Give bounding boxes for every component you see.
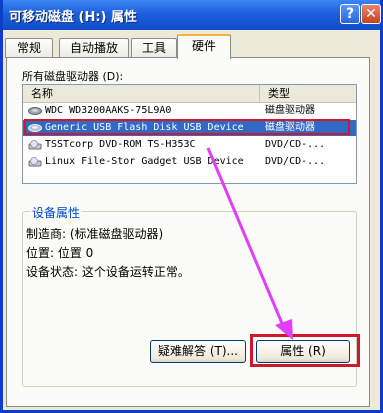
window-title: 可移动磁盘 (H:) 属性 <box>9 10 138 25</box>
device-type: DVD/CD-... <box>265 139 326 150</box>
close-button[interactable]: ✕ <box>361 4 381 24</box>
tab-tools[interactable]: 工具 <box>131 38 177 58</box>
manufacturer-text: 制造商: (标准磁盘驱动器) <box>26 227 164 241</box>
hard-disk-icon <box>28 107 42 115</box>
tab-autoplay[interactable]: 自动播放 <box>59 38 129 58</box>
column-header-type[interactable]: 类型 <box>260 85 356 102</box>
troubleshoot-button[interactable]: 疑难解答 (T)... <box>150 340 246 363</box>
tab-general[interactable]: 常规 <box>5 38 53 58</box>
dvd-drive-icon <box>28 140 42 150</box>
device-row-dvd-rom[interactable]: TSSTcorp DVD-ROM TS-H353C DVD/CD-... <box>23 137 356 153</box>
list-header: 名称 类型 <box>23 85 356 103</box>
column-header-name[interactable]: 名称 <box>23 85 260 102</box>
device-list-label: 所有磁盘驱动器 (D): <box>22 70 124 83</box>
annotation-highlight-box <box>250 334 360 367</box>
device-type: DVD/CD-... <box>265 156 326 167</box>
help-button[interactable]: ? <box>340 4 360 24</box>
location-text: 位置: 位置 0 <box>26 246 94 260</box>
device-name: Generic USB Flash Disk USB Device <box>45 122 244 133</box>
device-name: Linux File-Stor Gadget USB Device <box>45 156 244 167</box>
device-name: TSSTcorp DVD-ROM TS-H353C <box>45 139 196 150</box>
device-type: 磁盘驱动器 <box>265 122 315 133</box>
title-bar[interactable]: 可移动磁盘 (H:) 属性 ? ✕ <box>3 0 381 30</box>
device-list[interactable]: 名称 类型 WDC WD3200AAKS-75L9A0 磁盘驱动器 Generi… <box>22 84 357 184</box>
tab-hardware[interactable]: 硬件 <box>177 34 231 59</box>
device-name: WDC WD3200AAKS-75L9A0 <box>45 105 172 116</box>
device-row-wdc[interactable]: WDC WD3200AAKS-75L9A0 磁盘驱动器 <box>23 103 356 119</box>
usb-disk-icon <box>28 124 42 132</box>
device-status-text: 设备状态: 这个设备运转正常。 <box>26 265 190 279</box>
device-row-usb-flash[interactable]: Generic USB Flash Disk USB Device 磁盘驱动器 <box>23 119 356 136</box>
dvd-drive-icon <box>28 157 42 167</box>
device-type: 磁盘驱动器 <box>265 105 315 116</box>
device-properties-title: 设备属性 <box>30 204 83 221</box>
device-row-linux-gadget[interactable]: Linux File-Stor Gadget USB Device DVD/CD… <box>23 154 356 170</box>
